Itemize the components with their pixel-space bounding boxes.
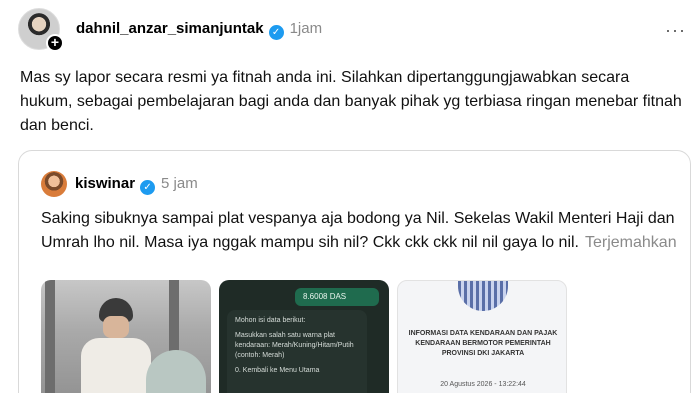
author-username[interactable]: dahnil_anzar_simanjuntak (76, 20, 264, 37)
verified-badge-icon: ✓ (268, 25, 284, 40)
follow-plus-icon[interactable]: + (46, 34, 64, 52)
translate-link[interactable]: Terjemahkan (585, 234, 677, 251)
quoted-username[interactable]: kiswinar (75, 175, 135, 192)
media-photo-vespa[interactable] (41, 280, 211, 393)
quoted-post-time[interactable]: 5 jam (161, 175, 198, 192)
chat-message-bubble: Mohon isi data berikut: Masukkan salah s… (227, 310, 367, 393)
chat-line: Mohon isi data berikut: (235, 317, 306, 324)
chat-line: 0. Kembali ke Menu Utama (235, 367, 320, 374)
more-options-icon[interactable]: ··· (665, 20, 686, 41)
author-username-row: dahnil_anzar_simanjuntak ✓ 1jam (76, 20, 322, 40)
post-body-text: Mas sy lapor secara resmi ya fitnah anda… (20, 69, 682, 134)
post-time[interactable]: 1jam (290, 20, 323, 37)
post-header: + dahnil_anzar_simanjuntak ✓ 1jam ··· (18, 8, 688, 52)
government-emblem-icon (458, 281, 508, 311)
quoted-post-text: Saking sibuknya sampai plat vespanya aja… (41, 207, 681, 255)
document-title: INFORMASI DATA KENDARAAN DAN PAJAK KENDA… (408, 330, 558, 357)
quoted-author-avatar[interactable] (41, 171, 67, 197)
media-document-screenshot[interactable]: INFORMASI DATA KENDARAAN DAN PAJAK KENDA… (397, 280, 567, 393)
scooter-shape (146, 350, 206, 393)
face-shape (103, 316, 129, 338)
background-pillar (45, 280, 55, 393)
rider-figure (81, 298, 151, 393)
chat-top-bubble: 8.6008 DAS (295, 288, 379, 306)
jacket-shape (81, 338, 151, 393)
quoted-post-card[interactable]: kiswinar ✓ 5 jam Saking sibuknya sampai pl… (18, 150, 691, 393)
document-date: 20 Agustus 2026 - 13:22:44 (440, 381, 526, 388)
chat-line: Masukkan salah satu warna plat kendaraan… (235, 332, 354, 359)
quoted-text-body: Saking sibuknya sampai plat vespanya aja… (41, 210, 675, 251)
quoted-verified-badge-icon: ✓ (140, 180, 156, 195)
quoted-username-row: kiswinar ✓ 5 jam (75, 175, 198, 195)
media-chat-screenshot[interactable]: 8.6008 DAS Mohon isi data berikut: Masuk… (219, 280, 389, 393)
